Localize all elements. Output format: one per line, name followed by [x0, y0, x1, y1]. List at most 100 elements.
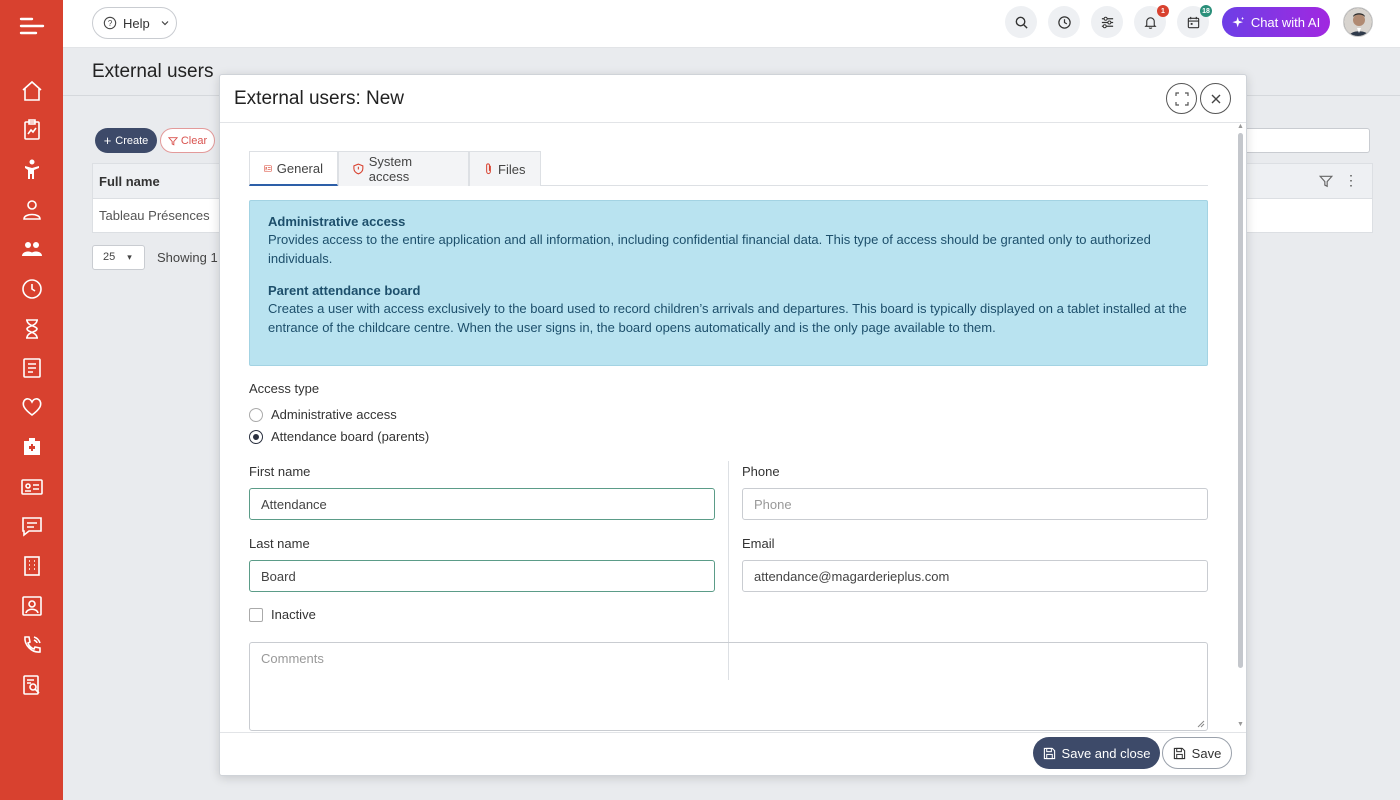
- notifications-button[interactable]: 1: [1134, 5, 1169, 38]
- phone-input[interactable]: Phone: [742, 488, 1208, 520]
- divider: [220, 122, 1246, 123]
- tab-bar: General System access Files: [249, 151, 1208, 186]
- scroll-down-icon[interactable]: ▼: [1237, 721, 1244, 728]
- close-button[interactable]: [1200, 83, 1231, 114]
- email-label: Email: [742, 536, 775, 551]
- avatar[interactable]: [1343, 7, 1373, 37]
- help-button[interactable]: ? Help: [92, 7, 177, 39]
- search-button[interactable]: [1005, 6, 1037, 38]
- user-profile-icon[interactable]: [20, 594, 44, 618]
- id-card-icon[interactable]: [20, 475, 44, 499]
- last-name-input[interactable]: Board: [249, 560, 715, 592]
- save-icon: [1043, 747, 1055, 759]
- showing-count: Showing 1: [157, 250, 218, 265]
- sliders-icon: [1101, 16, 1113, 28]
- phone-icon[interactable]: [20, 633, 44, 657]
- chat-label: Chat with AI: [1250, 14, 1321, 30]
- calendar-icon: [1187, 16, 1199, 28]
- page-size-value: 25: [103, 251, 116, 263]
- parent-board-description: Creates a user with access exclusively t…: [268, 301, 1187, 335]
- admin-access-heading: Administrative access: [268, 214, 406, 229]
- sidebar: [0, 0, 63, 800]
- save-icon: [1173, 747, 1185, 759]
- save-button[interactable]: Save: [1162, 737, 1232, 769]
- notification-badge: 1: [1157, 5, 1169, 17]
- dialog-scrollbar[interactable]: ▲ ▼: [1236, 123, 1245, 732]
- scroll-thumb[interactable]: [1238, 133, 1243, 668]
- groups-icon[interactable]: [20, 237, 44, 261]
- staff-icon[interactable]: [20, 198, 44, 222]
- inactive-label: Inactive: [271, 607, 316, 622]
- tab-label: General: [276, 160, 323, 176]
- checklist-icon[interactable]: [20, 356, 44, 380]
- hourglass-icon[interactable]: [20, 317, 44, 341]
- radio-attendance-board[interactable]: [249, 430, 263, 444]
- radio-administrative-access[interactable]: [249, 408, 263, 422]
- scroll-up-icon[interactable]: ▲: [1237, 123, 1244, 130]
- first-name-input[interactable]: Attendance: [249, 488, 715, 520]
- chat-with-ai-button[interactable]: Chat with AI: [1222, 7, 1330, 37]
- comments-textarea[interactable]: Comments: [249, 642, 1208, 731]
- save-and-close-button[interactable]: Save and close: [1033, 737, 1160, 769]
- home-icon[interactable]: [20, 79, 44, 103]
- tab-system-access[interactable]: System access: [338, 151, 469, 186]
- tab-files[interactable]: Files: [469, 151, 541, 186]
- filter-icon[interactable]: [1318, 174, 1334, 191]
- filter-icon: [167, 136, 178, 145]
- paperclip-icon: [486, 163, 491, 175]
- page-title: External users: [92, 61, 214, 82]
- help-icon: ?: [103, 16, 117, 30]
- search-report-icon[interactable]: [20, 673, 44, 697]
- child-icon[interactable]: [20, 158, 44, 182]
- help-label: Help: [123, 15, 150, 31]
- access-info-box: Administrative access Provides access to…: [249, 200, 1208, 366]
- maximize-button[interactable]: [1166, 83, 1197, 114]
- kebab-menu-icon[interactable]: ⋮: [1344, 173, 1358, 187]
- shield-icon: [353, 163, 364, 175]
- medical-kit-icon[interactable]: [20, 435, 44, 459]
- create-label: Create: [115, 134, 149, 147]
- settings-button[interactable]: [1091, 6, 1123, 38]
- menu-icon[interactable]: [19, 14, 45, 38]
- clock-icon: [1057, 15, 1071, 29]
- search-icon: [1015, 16, 1028, 29]
- header-label: Full name: [99, 174, 160, 189]
- tab-general[interactable]: General: [249, 151, 338, 186]
- user-photo: [1344, 8, 1372, 36]
- sparkle-icon: [1232, 16, 1244, 27]
- calendar-badge: 18: [1200, 5, 1212, 17]
- page-size-select[interactable]: 25 ▾: [92, 245, 145, 270]
- clear-label: Clear: [180, 134, 208, 147]
- heart-icon[interactable]: [20, 395, 44, 419]
- id-card-icon: [264, 164, 272, 172]
- radio-label: Attendance board (parents): [271, 429, 430, 444]
- admin-access-description: Provides access to the entire applicatio…: [268, 232, 1151, 266]
- tab-label: Files: [498, 161, 526, 177]
- svg-text:?: ?: [108, 19, 113, 28]
- plus-icon: +: [103, 133, 112, 148]
- history-button[interactable]: [1048, 6, 1080, 38]
- clock-icon[interactable]: [20, 277, 44, 301]
- building-icon[interactable]: [20, 554, 44, 578]
- messages-icon[interactable]: [20, 514, 44, 538]
- inactive-checkbox[interactable]: [249, 608, 263, 622]
- divider: [220, 732, 1246, 733]
- new-external-user-dialog: External users: New ▲ ▼ General System a…: [219, 74, 1247, 776]
- phone-placeholder: Phone: [754, 497, 792, 512]
- expand-icon: [1174, 91, 1189, 106]
- table-search-input[interactable]: [1240, 128, 1370, 153]
- save-label: Save: [1191, 745, 1222, 761]
- clear-filters-button[interactable]: Clear: [160, 128, 215, 153]
- access-type-label: Access type: [249, 381, 320, 396]
- calendar-button[interactable]: 18: [1177, 5, 1212, 38]
- chevron-down-icon: ▾: [127, 252, 132, 262]
- top-bar: ? Help 1 18 Chat with AI: [63, 0, 1400, 48]
- first-name-label: First name: [249, 464, 311, 479]
- comments-placeholder: Comments: [261, 651, 324, 666]
- tab-label: System access: [368, 154, 413, 184]
- create-button[interactable]: + Create: [95, 128, 157, 153]
- email-input[interactable]: attendance@magarderieplus.com: [742, 560, 1208, 592]
- reports-icon[interactable]: [20, 118, 44, 142]
- last-name-label: Last name: [249, 536, 310, 551]
- resize-handle-icon[interactable]: [1197, 720, 1205, 728]
